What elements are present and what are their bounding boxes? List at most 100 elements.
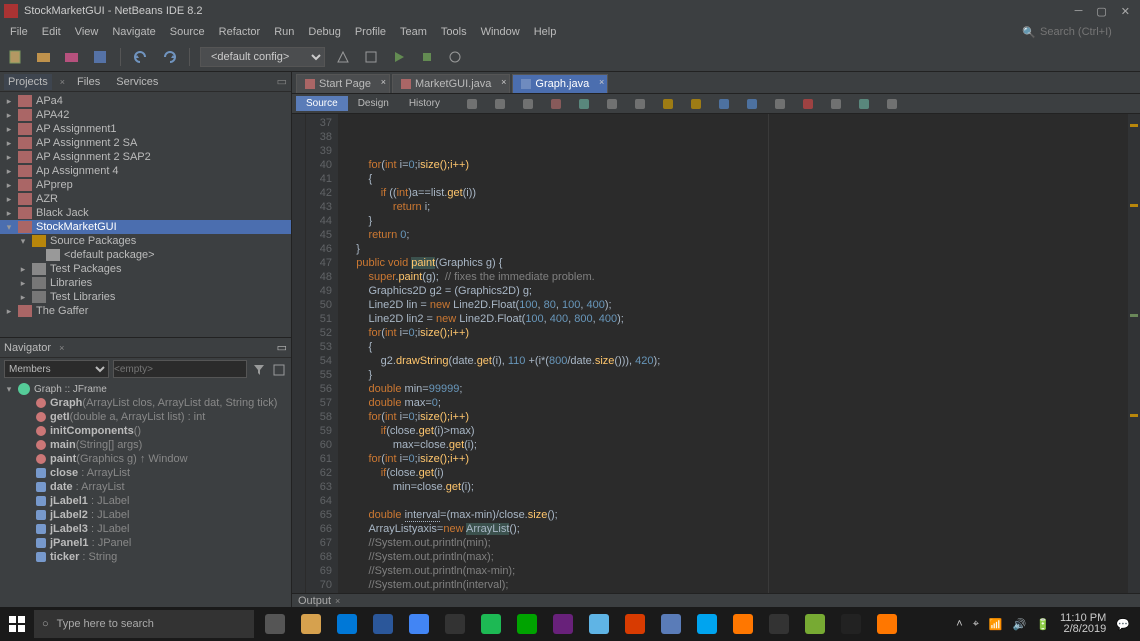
editor-tool-icon[interactable] (686, 94, 706, 114)
run-button[interactable] (389, 47, 409, 67)
project-item[interactable]: ▸The Gaffer (0, 304, 291, 318)
close-button[interactable]: ✕ (1121, 5, 1130, 18)
project-item[interactable]: ▸AP Assignment 2 SA (0, 136, 291, 150)
tab-projects[interactable]: Projects (4, 74, 52, 90)
editor-tab[interactable]: Graph.java× (512, 74, 608, 93)
editor-tool-icon[interactable] (742, 94, 762, 114)
editor-tool-icon[interactable] (826, 94, 846, 114)
menu-team[interactable]: Team (394, 24, 433, 40)
taskbar-app[interactable] (834, 607, 868, 641)
project-item[interactable]: ▸Test Packages (0, 262, 291, 276)
editor-tool-icon[interactable] (882, 94, 902, 114)
project-item[interactable]: <default package> (0, 248, 291, 262)
project-tree[interactable]: ▸APa4▸APA42▸AP Assignment1▸AP Assignment… (0, 92, 291, 337)
taskbar-app[interactable] (330, 607, 364, 641)
editor-tool-icon[interactable] (798, 94, 818, 114)
tab-services[interactable]: Services (112, 74, 162, 90)
menu-edit[interactable]: Edit (36, 24, 67, 40)
project-item[interactable]: ▸Black Jack (0, 206, 291, 220)
open-project-button[interactable] (62, 47, 82, 67)
editor-tool-icon[interactable] (714, 94, 734, 114)
menu-source[interactable]: Source (164, 24, 211, 40)
close-icon[interactable]: × (60, 77, 65, 87)
project-item[interactable]: ▸AZR (0, 192, 291, 206)
navigator-member[interactable]: date : ArrayList (0, 480, 291, 494)
filter-icon[interactable] (251, 360, 267, 380)
project-item[interactable]: ▸AP Assignment1 (0, 122, 291, 136)
project-item[interactable]: ▸Test Libraries (0, 290, 291, 304)
project-item[interactable]: ▸APprep (0, 178, 291, 192)
editor-tool-icon[interactable] (602, 94, 622, 114)
run-config-select[interactable]: <default config> (200, 47, 325, 67)
navigator-member[interactable]: jLabel3 : JLabel (0, 522, 291, 536)
maximize-button[interactable]: ▢ (1096, 5, 1106, 18)
history-icon[interactable] (271, 360, 287, 380)
menu-file[interactable]: File (4, 24, 34, 40)
navigator-member[interactable]: initComponents() (0, 424, 291, 438)
navigator-filter-input[interactable] (113, 360, 247, 378)
project-item[interactable]: ▸AP Assignment 2 SAP2 (0, 150, 291, 164)
editor-tab[interactable]: Start Page× (296, 74, 390, 93)
menu-tools[interactable]: Tools (435, 24, 473, 40)
taskbar-app[interactable] (654, 607, 688, 641)
editor-subtab-history[interactable]: History (399, 96, 450, 111)
tray-location-icon[interactable]: ⌖ (973, 618, 979, 631)
search-input[interactable] (1040, 26, 1130, 38)
project-item[interactable]: ▸Ap Assignment 4 (0, 164, 291, 178)
project-item[interactable]: ▸Libraries (0, 276, 291, 290)
editor-tool-icon[interactable] (658, 94, 678, 114)
tray-battery-icon[interactable]: 🔋 (1036, 618, 1050, 631)
close-icon[interactable]: × (501, 77, 506, 87)
taskbar-app[interactable] (258, 607, 292, 641)
editor-subtab-design[interactable]: Design (348, 96, 399, 111)
editor-tool-icon[interactable] (462, 94, 482, 114)
debug-button[interactable] (417, 47, 437, 67)
new-file-button[interactable] (6, 47, 26, 67)
profile-button[interactable] (445, 47, 465, 67)
code-area[interactable]: for(int i=0;isize();i++) { if ((int)a==l… (338, 114, 1128, 593)
taskbar-app[interactable] (582, 607, 616, 641)
project-item[interactable]: ▾Source Packages (0, 234, 291, 248)
tray-wifi-icon[interactable]: 📶 (989, 618, 1003, 631)
taskbar-app[interactable] (870, 607, 904, 641)
editor-tool-icon[interactable] (546, 94, 566, 114)
taskbar-app[interactable] (546, 607, 580, 641)
close-icon[interactable]: × (381, 77, 386, 87)
global-search[interactable]: 🔍 (1022, 26, 1136, 39)
taskbar-app[interactable] (474, 607, 508, 641)
navigator-member[interactable]: main(String[] args) (0, 438, 291, 452)
editor-tool-icon[interactable] (574, 94, 594, 114)
taskbar-app[interactable] (294, 607, 328, 641)
taskbar-app[interactable] (690, 607, 724, 641)
menu-window[interactable]: Window (475, 24, 526, 40)
clean-build-button[interactable] (361, 47, 381, 67)
taskbar-app[interactable] (366, 607, 400, 641)
taskbar-app[interactable] (618, 607, 652, 641)
menu-help[interactable]: Help (528, 24, 563, 40)
taskbar-clock[interactable]: 11:10 PM 2/8/2019 (1060, 613, 1106, 635)
panel-minimize-icon[interactable]: ▭ (277, 75, 287, 88)
menu-navigate[interactable]: Navigate (106, 24, 161, 40)
navigator-member[interactable]: getI(double a, ArrayList list) : int (0, 410, 291, 424)
taskbar-app[interactable] (726, 607, 760, 641)
taskbar-search[interactable]: ○ Type here to search (34, 610, 254, 638)
start-button[interactable] (0, 607, 34, 641)
panel-minimize-icon[interactable]: ▭ (277, 341, 287, 354)
navigator-tree[interactable]: ▾Graph :: JFrameGraph(ArrayList clos, Ar… (0, 382, 291, 607)
save-all-button[interactable] (90, 47, 110, 67)
editor-tool-icon[interactable] (854, 94, 874, 114)
close-icon[interactable]: × (59, 343, 64, 353)
project-item[interactable]: ▸APA42 (0, 108, 291, 122)
error-stripe[interactable] (1128, 114, 1140, 593)
tab-files[interactable]: Files (73, 74, 104, 90)
project-item[interactable]: ▾StockMarketGUI (0, 220, 291, 234)
menu-view[interactable]: View (69, 24, 105, 40)
editor-tool-icon[interactable] (490, 94, 510, 114)
output-panel-header[interactable]: Output × (292, 593, 1140, 607)
tray-chevron-icon[interactable]: ˄ (956, 618, 962, 630)
editor-tab[interactable]: MarketGUI.java× (392, 74, 510, 93)
navigator-member[interactable]: paint(Graphics g) ↑ Window (0, 452, 291, 466)
editor-tool-icon[interactable] (630, 94, 650, 114)
navigator-root[interactable]: ▾Graph :: JFrame (0, 382, 291, 396)
editor-tool-icon[interactable] (770, 94, 790, 114)
